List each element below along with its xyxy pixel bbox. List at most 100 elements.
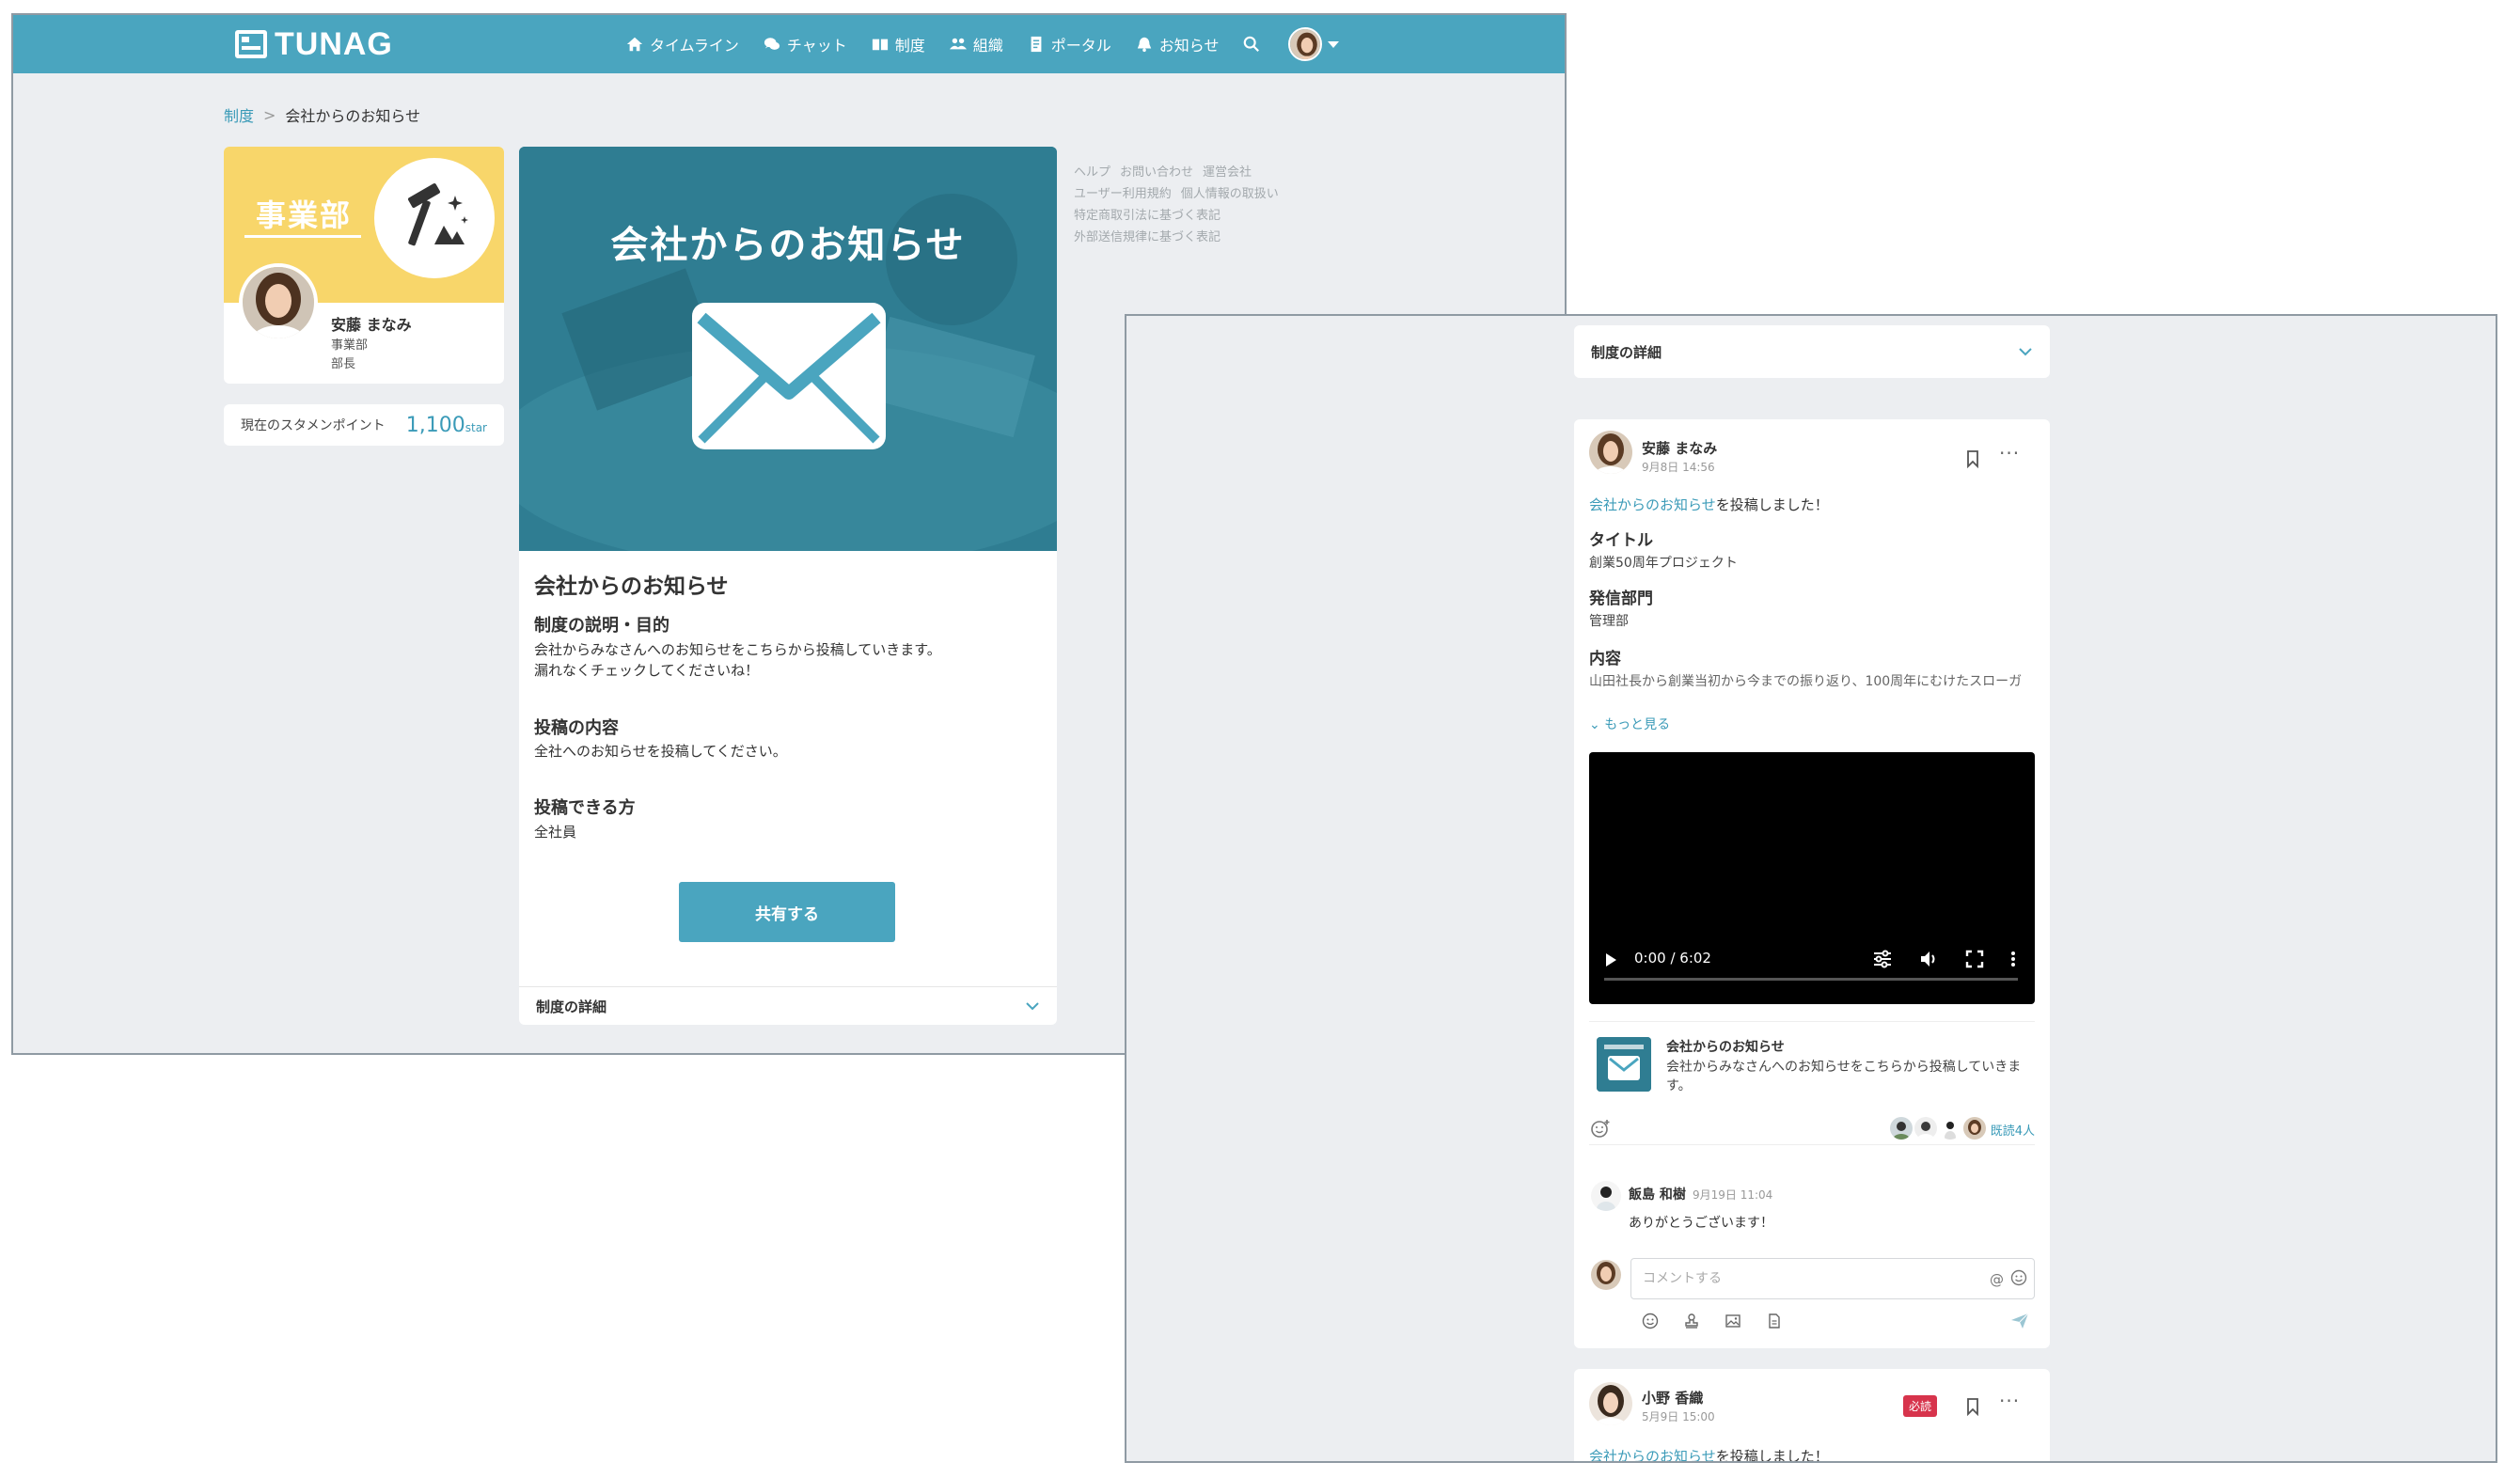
file-icon[interactable] [1766,1313,1783,1329]
content-text: 全社へのお知らせを投稿してください。 [534,743,787,760]
home-icon [626,37,643,52]
commenter-photo [1591,1181,1621,1211]
footer-link-contact[interactable]: お問い合わせ [1120,165,1193,180]
system-details-toggle[interactable]: 制度の詳細 [519,986,1057,1025]
mention-icon[interactable]: @ [1990,1271,2004,1288]
purpose-text: 漏れなくチェックしてくださいね！ [534,662,760,679]
post-action-suffix: を投稿しました！ [1715,496,1829,513]
bookmark-icon[interactable] [1965,449,1980,468]
avatar[interactable] [1589,431,1632,474]
field-label-title: タイトル [1589,531,1653,550]
profile-role: 部長 [331,357,356,371]
read-count[interactable]: 既読4人 [1991,1121,2035,1139]
add-reaction-icon[interactable] [1589,1117,1612,1140]
system-link[interactable]: 会社からのお知らせ [1589,496,1716,513]
linked-system-thumbnail [1597,1037,1651,1092]
required-badge: 必読 [1903,1395,1938,1417]
user-photo [1589,431,1632,474]
hero-title: 会社からのお知らせ [610,224,966,267]
nav-item-notifications[interactable]: お知らせ [1136,33,1220,55]
nav-item-label: 組織 [972,37,1003,55]
points-value: 1,100 [405,413,465,437]
volume-icon[interactable] [1918,948,1941,970]
nav-item-portal[interactable]: ポータル [1028,33,1111,55]
emoji-icon[interactable] [1642,1313,1659,1329]
breadcrumb-link-system[interactable]: 制度 [224,103,254,126]
timeline-post: 安藤 まなみ 9月8日 14:56 ··· 会社からのお知らせを投稿しました！ … [1574,419,2050,1348]
system-title: 会社からのお知らせ [534,574,729,599]
reaction-row: 既読4人 [1589,1113,2035,1145]
hammer-icon [408,183,468,246]
logo-mark-icon [235,30,267,58]
avatar [1914,1117,1937,1140]
post-author[interactable]: 安藤 まなみ [1642,438,1717,458]
send-icon[interactable] [2010,1313,2029,1329]
more-options-icon[interactable]: ··· [1999,1390,2020,1412]
nav-item-label: チャット [786,37,847,55]
comment-author[interactable]: 飯島 和樹 [1629,1185,1686,1203]
search-button[interactable] [1243,36,1260,53]
settings-sliders-icon[interactable] [1871,948,1894,970]
chevron-down-icon [1328,40,1340,48]
timeline-window: 制度の詳細 安藤 まなみ 9月8日 14:56 ··· 会社からのお知らせを投稿… [1125,314,2497,1463]
post-action-text: 会社からのお知らせを投稿しました！ [1589,1446,1829,1461]
footer-link-terms[interactable]: ユーザー利用規約 [1074,187,1172,201]
system-link[interactable]: 会社からのお知らせ [1589,1448,1716,1461]
document-icon [1031,36,1042,53]
points-card: 現在のスタメンポイント 1,100star [224,404,504,446]
nav-menu: タイムライン チャット 制度 組織 ポータル お知らせ [626,15,1340,73]
avatar[interactable] [1589,1382,1632,1425]
department-banner-title: 事業部 [256,197,353,233]
footer-link-help[interactable]: ヘルプ [1074,165,1110,180]
chevron-down-icon [2019,348,2032,356]
field-value-content: 山田社長から創業当初から今までの振り返り、100周年にむけたスローガ [1589,674,2023,689]
image-icon[interactable] [1725,1313,1741,1329]
search-icon [1244,36,1260,52]
post-author[interactable]: 小野 香織 [1642,1388,1703,1407]
account-menu[interactable] [1288,27,1340,61]
avatar [1591,1260,1621,1290]
nav-item-organization[interactable]: 組織 [949,33,1003,55]
profile-name: 安藤 まなみ [331,316,412,334]
footer-link-commerce-law[interactable]: 特定商取引法に基づく表記 [1074,209,1221,223]
play-icon[interactable] [1606,953,1616,967]
linked-system-card[interactable]: 会社からのお知らせ 会社からみなさんへのお知らせをこちらから投稿していきます。 [1589,1021,2035,1106]
field-label-department: 発信部門 [1589,590,1653,608]
show-more-link[interactable]: ⌄ もっと見る [1589,715,1670,733]
emoji-icon[interactable] [2010,1269,2027,1286]
bookmark-icon[interactable] [1965,1397,1980,1416]
tunag-logo[interactable]: TUNAG [235,26,393,62]
chevron-down-icon [1026,1002,1039,1011]
comment-input[interactable] [1630,1258,2035,1299]
footer-link-external-transmission[interactable]: 外部送信規律に基づく表記 [1074,230,1221,244]
more-vertical-icon[interactable] [2007,948,2020,970]
nav-item-label: 制度 [894,37,925,55]
system-details-label: 制度の詳細 [536,998,607,1015]
nav-item-label: タイムライン [650,37,739,55]
envelope-icon [692,303,886,449]
more-options-icon[interactable]: ··· [1999,442,2020,464]
share-button[interactable]: 共有する [679,882,895,942]
fullscreen-icon[interactable] [1963,948,1986,970]
system-details-toggle[interactable]: 制度の詳細 [1574,325,2050,378]
nav-item-timeline[interactable]: タイムライン [626,33,739,55]
reader-avatars[interactable] [1890,1117,1986,1140]
field-value-title: 創業50周年プロジェクト [1589,556,1738,571]
stamp-icon[interactable] [1683,1313,1700,1329]
footer-link-privacy[interactable]: 個人情報の取扱い [1181,187,1279,201]
profile-card[interactable]: 事業部 安藤 まなみ 事業部 部長 [224,147,504,384]
avatar[interactable] [1591,1181,1621,1211]
footer-link-company[interactable]: 運営会社 [1203,165,1252,180]
post-date: 5月9日 15:00 [1642,1410,1715,1423]
video-progress-bar[interactable] [1604,978,2018,981]
banner-underline [244,235,361,238]
user-photo [1591,1260,1621,1290]
nav-item-system[interactable]: 制度 [872,33,925,55]
system-details-label: 制度の詳細 [1591,343,1662,361]
video-player[interactable]: 0:00 / 6:02 [1589,752,2035,1004]
field-value-department: 管理部 [1589,614,1629,629]
profile-department: 事業部 [331,338,369,353]
nav-item-chat[interactable]: チャット [764,33,847,55]
nav-item-label: お知らせ [1158,37,1220,55]
breadcrumb: 制度 > 会社からのお知らせ [224,103,420,126]
